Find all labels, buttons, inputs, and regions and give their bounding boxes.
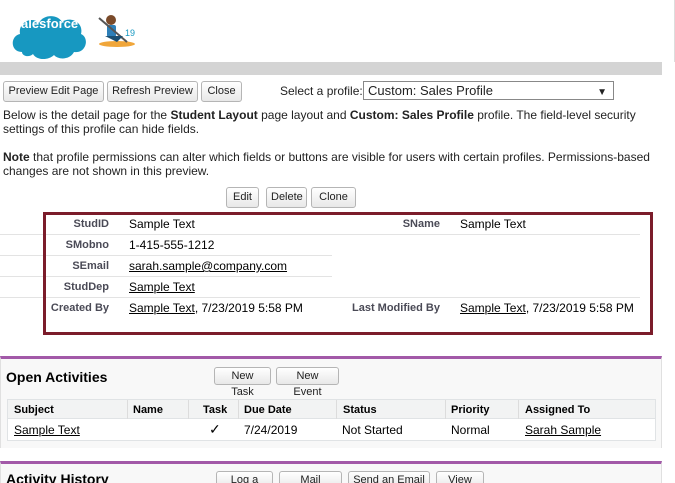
priority-cell: Normal <box>451 423 490 437</box>
new-task-button[interactable]: New Task <box>214 367 271 398</box>
description-text: profile. The field-level security <box>473 108 636 122</box>
column-divider <box>188 400 189 419</box>
column-divider <box>336 400 337 419</box>
layout-name: Student Layout <box>170 108 258 122</box>
due-date-cell: 7/24/2019 <box>244 423 298 437</box>
description-text: settings of this profile can hide fields… <box>3 122 200 136</box>
subject-link[interactable]: Sample Text <box>14 423 80 437</box>
column-header: Due Date <box>244 404 292 416</box>
activities-table-header: Subject Name Task Due Date Status Priori… <box>7 399 656 419</box>
status-cell: Not Started <box>342 423 403 437</box>
open-activities-section: Open Activities New Task New Event Subje… <box>0 356 662 448</box>
column-divider <box>518 400 519 419</box>
view-all-button[interactable]: View All <box>436 471 484 483</box>
activity-history-title: Activity History <box>6 471 109 483</box>
profile-select[interactable]: Custom: Sales Profile ▼ <box>363 81 614 100</box>
open-activities-title: Open Activities <box>6 369 108 385</box>
new-event-button[interactable]: New Event <box>276 367 339 398</box>
salesforce-logo-text: salesforce <box>13 16 79 31</box>
preview-description: Below is the detail page for the Student… <box>3 108 663 136</box>
profile-select-label: Select a profile: <box>280 84 363 98</box>
release-number: 19 <box>125 28 136 38</box>
send-an-email-button[interactable]: Send an Email <box>348 471 430 483</box>
clone-button[interactable]: Clone <box>311 187 356 208</box>
profile-name: Custom: Sales Profile <box>349 108 474 122</box>
column-header: Priority <box>451 404 490 416</box>
column-header: Subject <box>14 404 54 416</box>
mail-merge-button[interactable]: Mail Merge <box>279 471 342 483</box>
permissions-note: Note that profile permissions can alter … <box>3 150 663 178</box>
note-text: that profile permissions can alter which… <box>29 150 650 164</box>
activity-history-section: Activity History Log a Call Mail Merge S… <box>0 461 662 483</box>
table-row: Sample Text ✓ 7/24/2019 Not Started Norm… <box>7 419 656 441</box>
profile-select-value: Custom: Sales Profile <box>368 83 493 98</box>
column-divider <box>127 400 128 419</box>
note-text: changes are not shown in this preview. <box>3 164 210 178</box>
header-divider-bar <box>0 62 662 75</box>
refresh-preview-button[interactable]: Refresh Preview <box>107 81 198 102</box>
column-header: Assigned To <box>525 404 591 416</box>
note-label: Note <box>3 150 30 164</box>
description-text: page layout and <box>257 108 350 122</box>
delete-button[interactable]: Delete <box>266 187 307 208</box>
column-header: Task <box>203 404 228 416</box>
column-header: Name <box>133 404 163 416</box>
preview-edit-page-button[interactable]: Preview Edit Page <box>3 81 104 102</box>
column-divider <box>238 400 239 419</box>
header: salesforce 19 <box>0 0 675 62</box>
checkmark-icon: ✓ <box>209 421 221 437</box>
edit-button[interactable]: Edit <box>226 187 259 208</box>
description-text: Below is the detail page for the <box>3 108 171 122</box>
column-header: Status <box>343 404 377 416</box>
close-button[interactable]: Close <box>201 81 242 102</box>
chevron-down-icon: ▼ <box>597 87 607 98</box>
assigned-to-link[interactable]: Sarah Sample <box>525 423 601 437</box>
log-a-call-button[interactable]: Log a Call <box>216 471 273 483</box>
column-divider <box>445 400 446 419</box>
detail-highlight-box <box>43 212 653 335</box>
